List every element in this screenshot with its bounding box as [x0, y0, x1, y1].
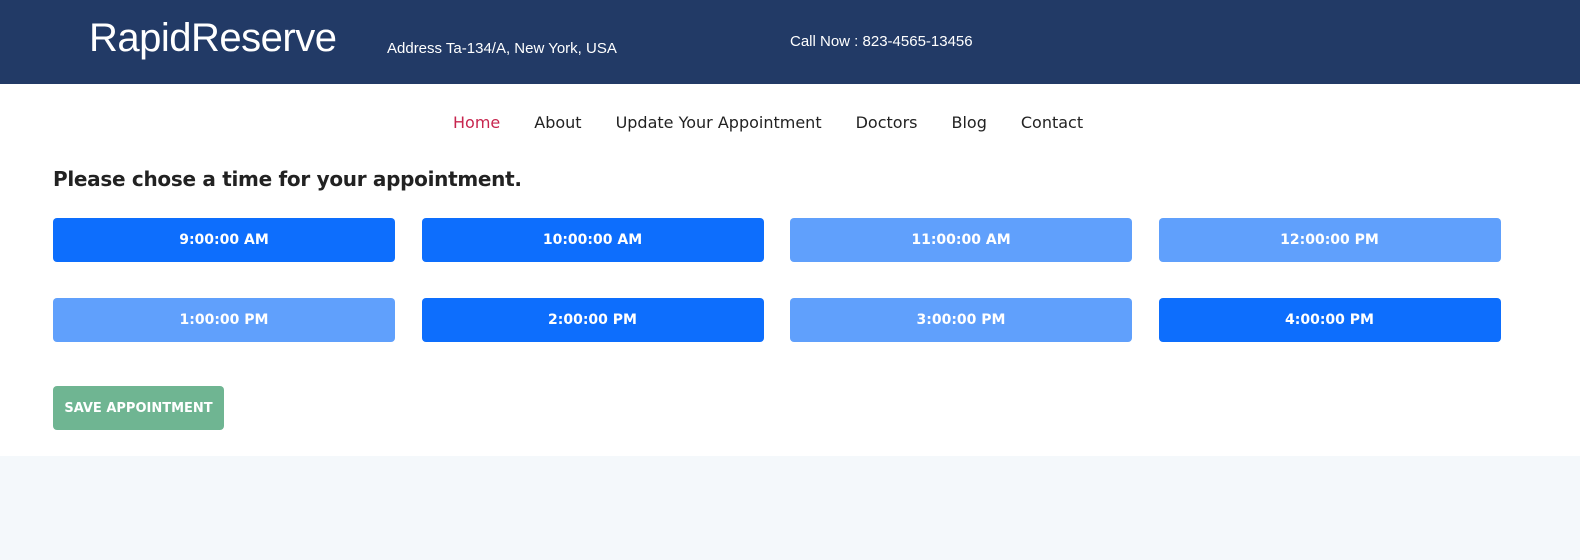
time-slot-button[interactable]: 9:00:00 AM	[53, 218, 395, 262]
nav-update-appointment[interactable]: Update Your Appointment	[616, 113, 822, 132]
nav-blog[interactable]: Blog	[951, 113, 986, 132]
time-slot-button[interactable]: 11:00:00 AM	[790, 218, 1132, 262]
phone-text: Call Now : 823-4565-13456	[790, 33, 973, 50]
nav-doctors[interactable]: Doctors	[856, 113, 918, 132]
save-appointment-button[interactable]: SAVE APPOINTMENT	[53, 386, 224, 430]
time-slot-button[interactable]: 2:00:00 PM	[421, 298, 764, 342]
brand-logo[interactable]: RapidReserve	[89, 16, 337, 61]
nav-contact[interactable]: Contact	[1021, 113, 1083, 132]
main-nav: Home About Update Your Appointment Docto…	[453, 113, 1083, 132]
time-slot-button[interactable]: 1:00:00 PM	[53, 298, 395, 342]
time-slot-button[interactable]: 10:00:00 AM	[421, 218, 764, 262]
main-content: Home About Update Your Appointment Docto…	[0, 84, 1580, 456]
time-slot-button[interactable]: 4:00:00 PM	[1158, 298, 1501, 342]
time-slot-button[interactable]: 12:00:00 PM	[1158, 218, 1501, 262]
address-text: Address Ta-134/A, New York, USA	[387, 40, 617, 57]
nav-about[interactable]: About	[534, 113, 581, 132]
top-bar: RapidReserve Address Ta-134/A, New York,…	[0, 0, 1580, 84]
time-slot-button[interactable]: 3:00:00 PM	[790, 298, 1132, 342]
page-title: Please chose a time for your appointment…	[53, 167, 522, 191]
nav-home[interactable]: Home	[453, 113, 500, 132]
